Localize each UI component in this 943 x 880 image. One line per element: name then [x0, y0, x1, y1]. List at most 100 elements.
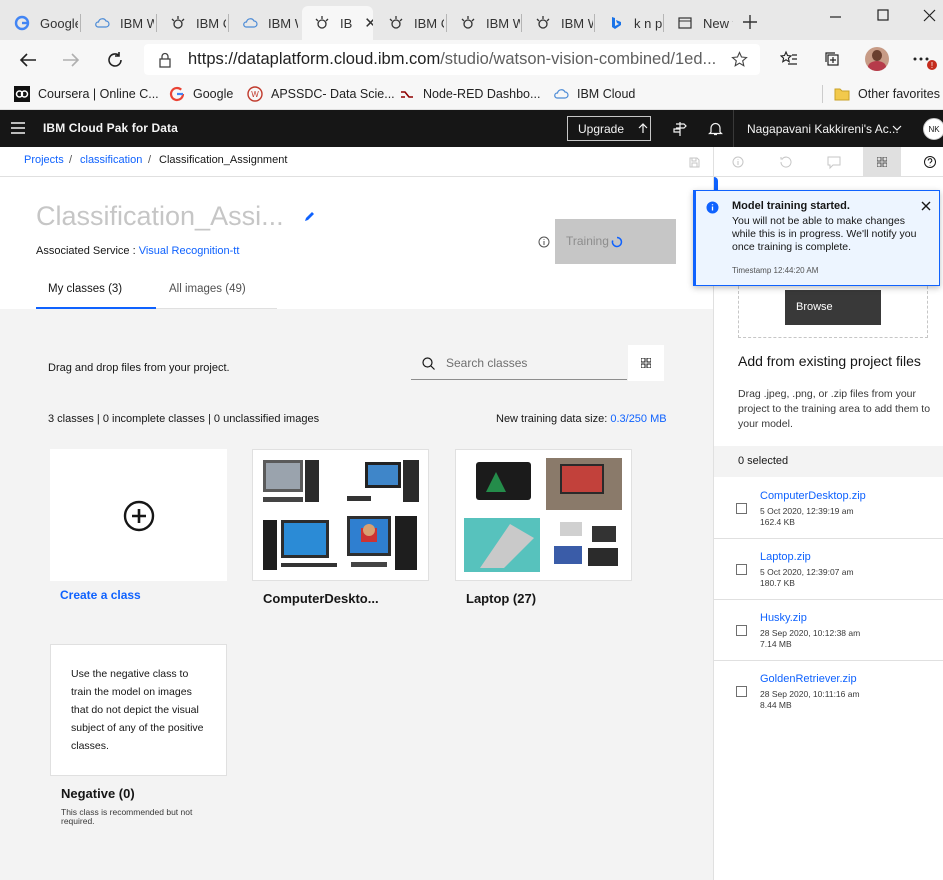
- training-button[interactable]: Training: [555, 219, 676, 264]
- bookmark-ibm-cloud[interactable]: IBM Cloud: [553, 84, 635, 104]
- google-icon: [169, 86, 185, 102]
- class-name-computerdesktop: ComputerDeskto...: [263, 591, 379, 606]
- account-switcher[interactable]: Nagapavani Kakkireni's Ac...: [747, 122, 899, 136]
- brand-name[interactable]: IBM Cloud Pak for Data: [43, 121, 178, 135]
- browser-tab[interactable]: IBM W: [230, 6, 298, 40]
- tab-label: IBM W: [486, 15, 520, 31]
- bookmark-coursera[interactable]: Coursera | Online C...: [14, 84, 159, 104]
- close-icon[interactable]: [921, 201, 931, 211]
- help-icon[interactable]: [911, 147, 943, 177]
- maximize-icon[interactable]: [873, 8, 893, 26]
- minimize-icon[interactable]: [826, 8, 846, 26]
- lock-icon: [159, 52, 171, 68]
- hamburger-menu-icon[interactable]: [11, 122, 25, 134]
- url-field[interactable]: https://dataplatform.cloud.ibm.com/studi…: [144, 44, 760, 75]
- class-card-laptop[interactable]: [455, 449, 632, 581]
- classes-summary: 3 classes | 0 incomplete classes | 0 unc…: [48, 413, 320, 425]
- breadcrumb-projects[interactable]: Projects: [24, 154, 64, 166]
- file-size: 180.7 KB: [760, 578, 795, 588]
- breadcrumb-separator: /: [69, 154, 73, 166]
- bookmark-label: IBM Cloud: [577, 87, 636, 101]
- browser-tab[interactable]: IBM W: [448, 6, 520, 40]
- address-toolbar: https://dataplatform.cloud.ibm.com/studi…: [0, 40, 943, 78]
- browser-tab[interactable]: New ta: [665, 6, 733, 40]
- file-checkbox[interactable]: [736, 564, 747, 575]
- browser-tab[interactable]: IBM W: [82, 6, 154, 40]
- info-icon[interactable]: [719, 147, 757, 177]
- file-row[interactable]: GoldenRetriever.zip 28 Sep 2020, 10:11:1…: [714, 661, 943, 722]
- info-filled-icon: [706, 201, 719, 214]
- bookmark-apssdc[interactable]: W APSSDC- Data Scie...: [247, 84, 395, 104]
- ibm-bulb-icon: [171, 16, 185, 29]
- close-window-icon[interactable]: [920, 8, 940, 26]
- file-checkbox[interactable]: [736, 625, 747, 636]
- comments-icon[interactable]: [815, 147, 853, 177]
- edit-pencil-icon[interactable]: [303, 211, 315, 223]
- refresh-icon[interactable]: [104, 49, 126, 71]
- bookmark-google[interactable]: Google: [169, 84, 233, 104]
- file-row[interactable]: Husky.zip 28 Sep 2020, 10:12:38 am 7.14 …: [714, 600, 943, 661]
- folder-icon: [834, 88, 850, 101]
- history-icon[interactable]: [767, 147, 805, 177]
- new-tab-plus-icon[interactable]: [742, 14, 758, 30]
- browser-tab[interactable]: Google: [2, 6, 78, 40]
- catalog-signpost-icon[interactable]: [673, 121, 687, 136]
- back-arrow-icon[interactable]: [17, 49, 39, 71]
- negative-class-card[interactable]: Use the negative class to train the mode…: [50, 644, 227, 776]
- favorite-star-icon[interactable]: [731, 51, 748, 68]
- bookmark-node-red[interactable]: Node-RED Dashbo...: [399, 84, 540, 104]
- search-placeholder: Search classes: [446, 356, 528, 370]
- browser-tab[interactable]: k n pa: [596, 6, 662, 40]
- file-date: 5 Oct 2020, 12:39:07 am: [760, 567, 854, 577]
- file-row[interactable]: Laptop.zip 5 Oct 2020, 12:39:07 am 180.7…: [714, 539, 943, 600]
- grid-view-button[interactable]: [628, 345, 664, 381]
- notification-bell-icon[interactable]: [708, 121, 723, 136]
- ibm-bulb-icon: [536, 16, 550, 29]
- browse-button[interactable]: Browse: [785, 290, 881, 325]
- file-size: 162.4 KB: [760, 517, 795, 527]
- browser-tab[interactable]: IBM Cl: [158, 6, 226, 40]
- other-favorites[interactable]: Other favorites: [834, 84, 940, 104]
- browser-tab[interactable]: IBM Cl: [376, 6, 444, 40]
- cloud-icon: [554, 89, 569, 99]
- browser-tab-active[interactable]: IB ✕: [302, 6, 373, 40]
- tab-my-classes[interactable]: My classes (3): [48, 283, 122, 295]
- info-icon[interactable]: [538, 236, 550, 248]
- node-red-icon: [401, 91, 413, 98]
- class-card-computerdesktop[interactable]: [252, 449, 429, 581]
- newtab-icon: [678, 17, 692, 29]
- create-class-card[interactable]: [50, 449, 227, 581]
- associated-service-link[interactable]: Visual Recognition-tt: [139, 245, 240, 257]
- browser-tab[interactable]: IBM W: [523, 6, 593, 40]
- file-name[interactable]: Husky.zip: [760, 612, 807, 624]
- class-name-negative: Negative (0): [61, 786, 135, 801]
- model-title: Classification_Assi...: [36, 201, 284, 231]
- file-name[interactable]: Laptop.zip: [760, 551, 811, 563]
- class-tabs: My classes (3) All images (49): [36, 281, 277, 309]
- search-input[interactable]: Search classes: [411, 347, 627, 380]
- bookmarks-bar: Coursera | Online C... Google W APSSDC- …: [0, 78, 943, 110]
- file-checkbox[interactable]: [736, 503, 747, 514]
- file-name[interactable]: ComputerDesktop.zip: [760, 490, 866, 502]
- profile-avatar[interactable]: [865, 47, 889, 71]
- forward-arrow-icon[interactable]: [60, 49, 82, 71]
- file-size: 7.14 MB: [760, 639, 792, 649]
- file-checkbox[interactable]: [736, 686, 747, 697]
- upgrade-button[interactable]: Upgrade: [567, 116, 651, 141]
- user-avatar[interactable]: NK: [923, 118, 943, 140]
- favorites-list-icon[interactable]: [780, 50, 798, 68]
- file-row[interactable]: ComputerDesktop.zip 5 Oct 2020, 12:39:19…: [714, 478, 943, 539]
- close-tab-icon[interactable]: ✕: [364, 14, 373, 32]
- create-class-link[interactable]: Create a class: [60, 588, 141, 602]
- breadcrumb-classification[interactable]: classification: [80, 154, 142, 166]
- chevron-down-icon[interactable]: [892, 125, 902, 132]
- tab-label: k n pa: [634, 15, 662, 31]
- file-name[interactable]: GoldenRetriever.zip: [760, 673, 857, 685]
- settings-more-icon[interactable]: !: [912, 52, 938, 72]
- collections-icon[interactable]: [823, 50, 841, 68]
- ibm-bulb-icon: [315, 16, 329, 29]
- training-toast-notification: Model training started. You will not be …: [693, 190, 940, 286]
- save-icon[interactable]: [689, 157, 700, 168]
- data-tab-button[interactable]: [863, 147, 901, 177]
- tab-all-images[interactable]: All images (49): [169, 283, 246, 295]
